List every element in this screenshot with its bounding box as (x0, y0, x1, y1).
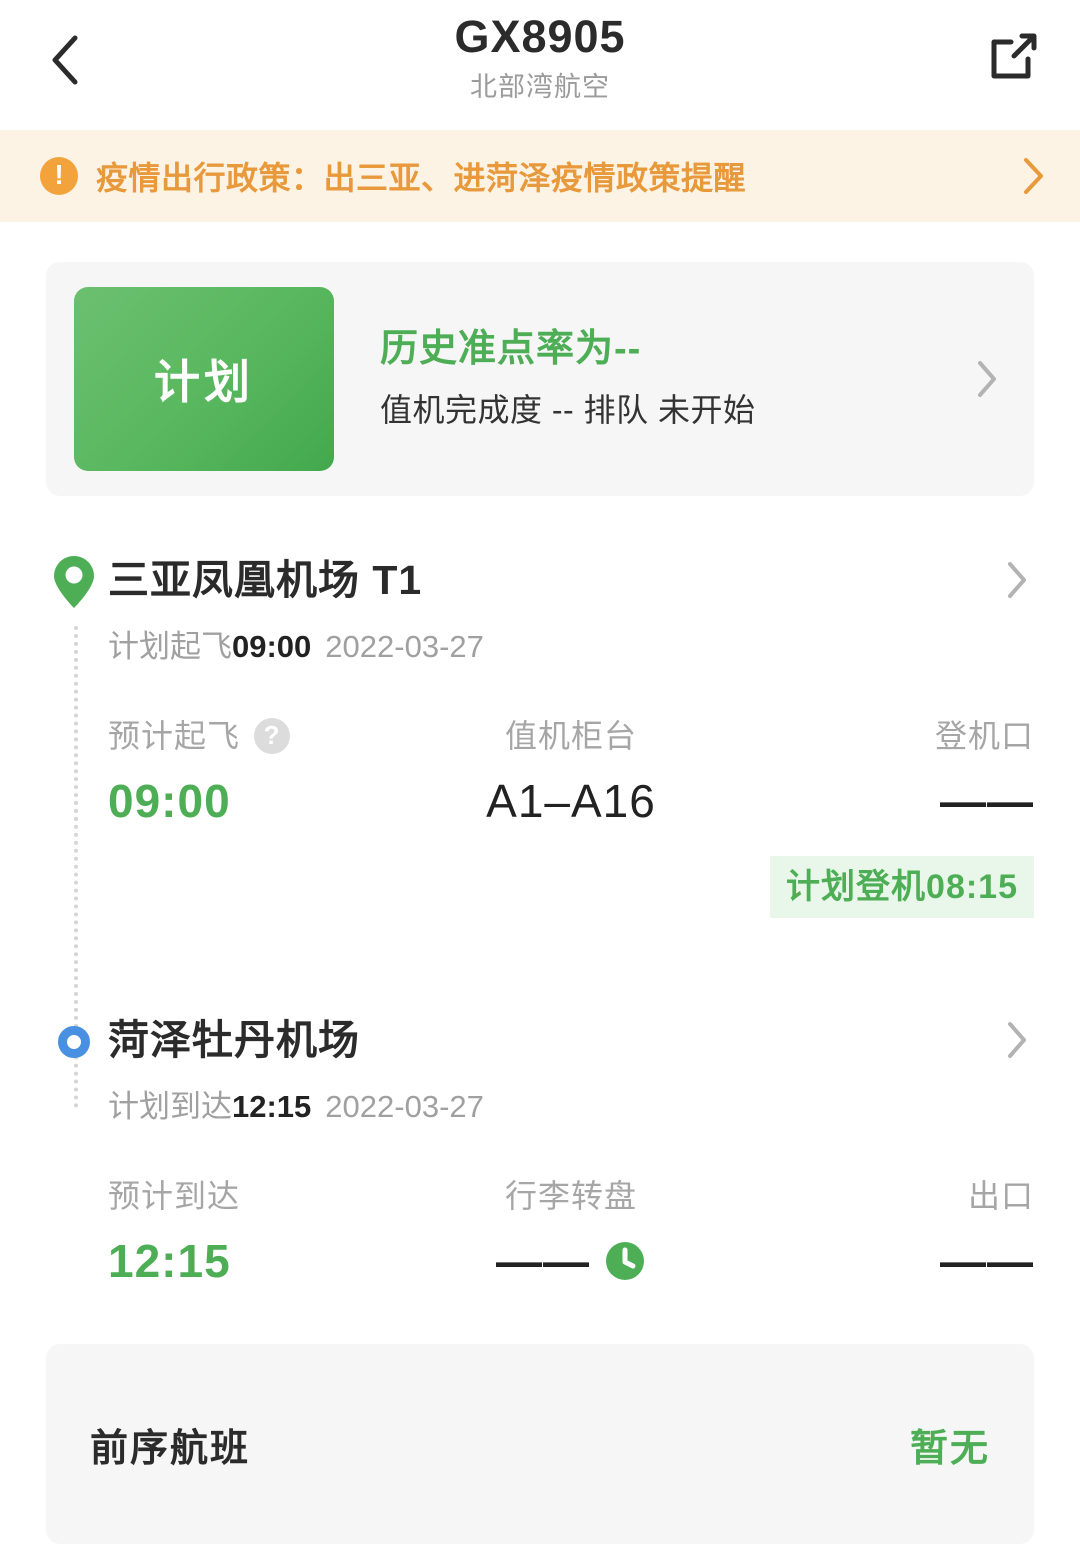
departure-detail-columns: 预计起飞 ? 09:00 值机柜台 A1–A16 登机口 —— (108, 712, 1034, 834)
baggage-carousel-value-row: —— (417, 1228, 726, 1294)
arrival-scheduled-label: 计划到达 (108, 1089, 232, 1124)
prior-flight-value: 暂无 (909, 1427, 990, 1470)
covid-policy-text: 疫情出行政策：出三亚、进菏泽疫情政策提醒 (96, 160, 747, 196)
chevron-right-icon (1024, 158, 1043, 194)
estimated-arrival-column: 预计到达 12:15 (108, 1172, 417, 1294)
baggage-carousel-value: —— (496, 1235, 590, 1287)
departure-scheduled-label: 计划起飞 (108, 629, 232, 664)
exit-column: 出口 —— (725, 1172, 1034, 1294)
checkin-counter-column: 值机柜台 A1–A16 (417, 712, 726, 834)
baggage-carousel-label: 行李转盘 (505, 1178, 638, 1214)
arrival-scheduled-line: 计划到达12:15 2022-03-27 (108, 1084, 1034, 1130)
arrival-detail-columns: 预计到达 12:15 行李转盘 —— 出口 —— (108, 1172, 1034, 1294)
estimated-departure-value: 09:00 (108, 775, 231, 827)
checkin-counter-value: A1–A16 (486, 775, 656, 827)
arrival-scheduled-date: 2022-03-27 (325, 1089, 484, 1124)
exit-value: —— (940, 1235, 1035, 1287)
app-header: GX8905 北部湾航空 (0, 0, 1080, 130)
chevron-left-icon (52, 35, 78, 85)
status-badge: 计划 (74, 287, 334, 471)
share-button[interactable] (972, 14, 1056, 98)
planned-boarding-badge: 计划登机08:15 (770, 856, 1034, 918)
arrival-airport-name: 菏泽牡丹机场 (108, 1017, 360, 1063)
flight-number: GX8905 (454, 11, 626, 62)
arrival-leg: 菏泽牡丹机场 计划到达12:15 2022-03-27 预计到达 12:15 行李… (46, 1012, 1034, 1294)
prior-flight-card[interactable]: 前序航班 暂无 (46, 1344, 1034, 1544)
chevron-right-icon (1008, 1022, 1026, 1058)
checkin-progress-text: 值机完成度 -- 排队 未开始 (380, 392, 756, 428)
chevron-right-icon (1008, 562, 1026, 598)
ontime-rate-text: 历史准点率为-- (380, 328, 642, 370)
departure-airport-name: 三亚凤凰机场 T1 (108, 557, 423, 603)
help-question-icon[interactable]: ? (254, 718, 291, 754)
exit-label: 出口 (968, 1178, 1035, 1214)
arrival-scheduled-time: 12:15 (232, 1089, 312, 1124)
departure-scheduled-time: 09:00 (232, 629, 312, 664)
boarding-badge-row: 计划登机08:15 (108, 856, 1034, 918)
chevron-right-icon (978, 361, 996, 397)
share-external-icon (991, 33, 1037, 79)
status-info: 历史准点率为-- 值机完成度 -- 排队 未开始 (334, 318, 974, 440)
airline-name: 北部湾航空 (470, 72, 610, 102)
arrival-airport-row[interactable]: 菏泽牡丹机场 (108, 1012, 1034, 1068)
prior-flight-label: 前序航班 (90, 1427, 251, 1470)
departure-scheduled-date: 2022-03-27 (325, 629, 484, 664)
checkin-counter-label: 值机柜台 (505, 718, 638, 754)
circle-ring-icon (58, 1026, 90, 1058)
warning-exclamation-icon: ! (40, 157, 78, 195)
map-pin-icon (54, 556, 94, 608)
departure-leg: 三亚凤凰机场 T1 计划起飞09:00 2022-03-27 预计起飞 ? 09:… (46, 552, 1034, 918)
flight-status-card[interactable]: 计划 历史准点率为-- 值机完成度 -- 排队 未开始 (46, 262, 1034, 496)
departure-scheduled-line: 计划起飞09:00 2022-03-27 (108, 624, 1034, 670)
clock-icon (606, 1242, 644, 1280)
back-button[interactable] (22, 18, 106, 102)
estimated-departure-label-row: 预计起飞 ? (108, 712, 417, 760)
departure-airport-row[interactable]: 三亚凤凰机场 T1 (108, 552, 1034, 608)
boarding-gate-value: —— (940, 775, 1035, 827)
header-title-block: GX8905 北部湾航空 (454, 0, 625, 110)
boarding-gate-column: 登机口 —— (725, 712, 1034, 834)
estimated-arrival-value: 12:15 (108, 1235, 231, 1287)
estimated-departure-column: 预计起飞 ? 09:00 (108, 712, 417, 834)
boarding-gate-label: 登机口 (935, 718, 1035, 754)
route-section: 三亚凤凰机场 T1 计划起飞09:00 2022-03-27 预计起飞 ? 09:… (0, 552, 1080, 1294)
estimated-departure-label: 预计起飞 (108, 718, 241, 754)
estimated-arrival-label: 预计到达 (108, 1178, 241, 1214)
baggage-carousel-column: 行李转盘 —— (417, 1172, 726, 1294)
covid-policy-banner[interactable]: ! 疫情出行政策：出三亚、进菏泽疫情政策提醒 (0, 130, 1080, 222)
